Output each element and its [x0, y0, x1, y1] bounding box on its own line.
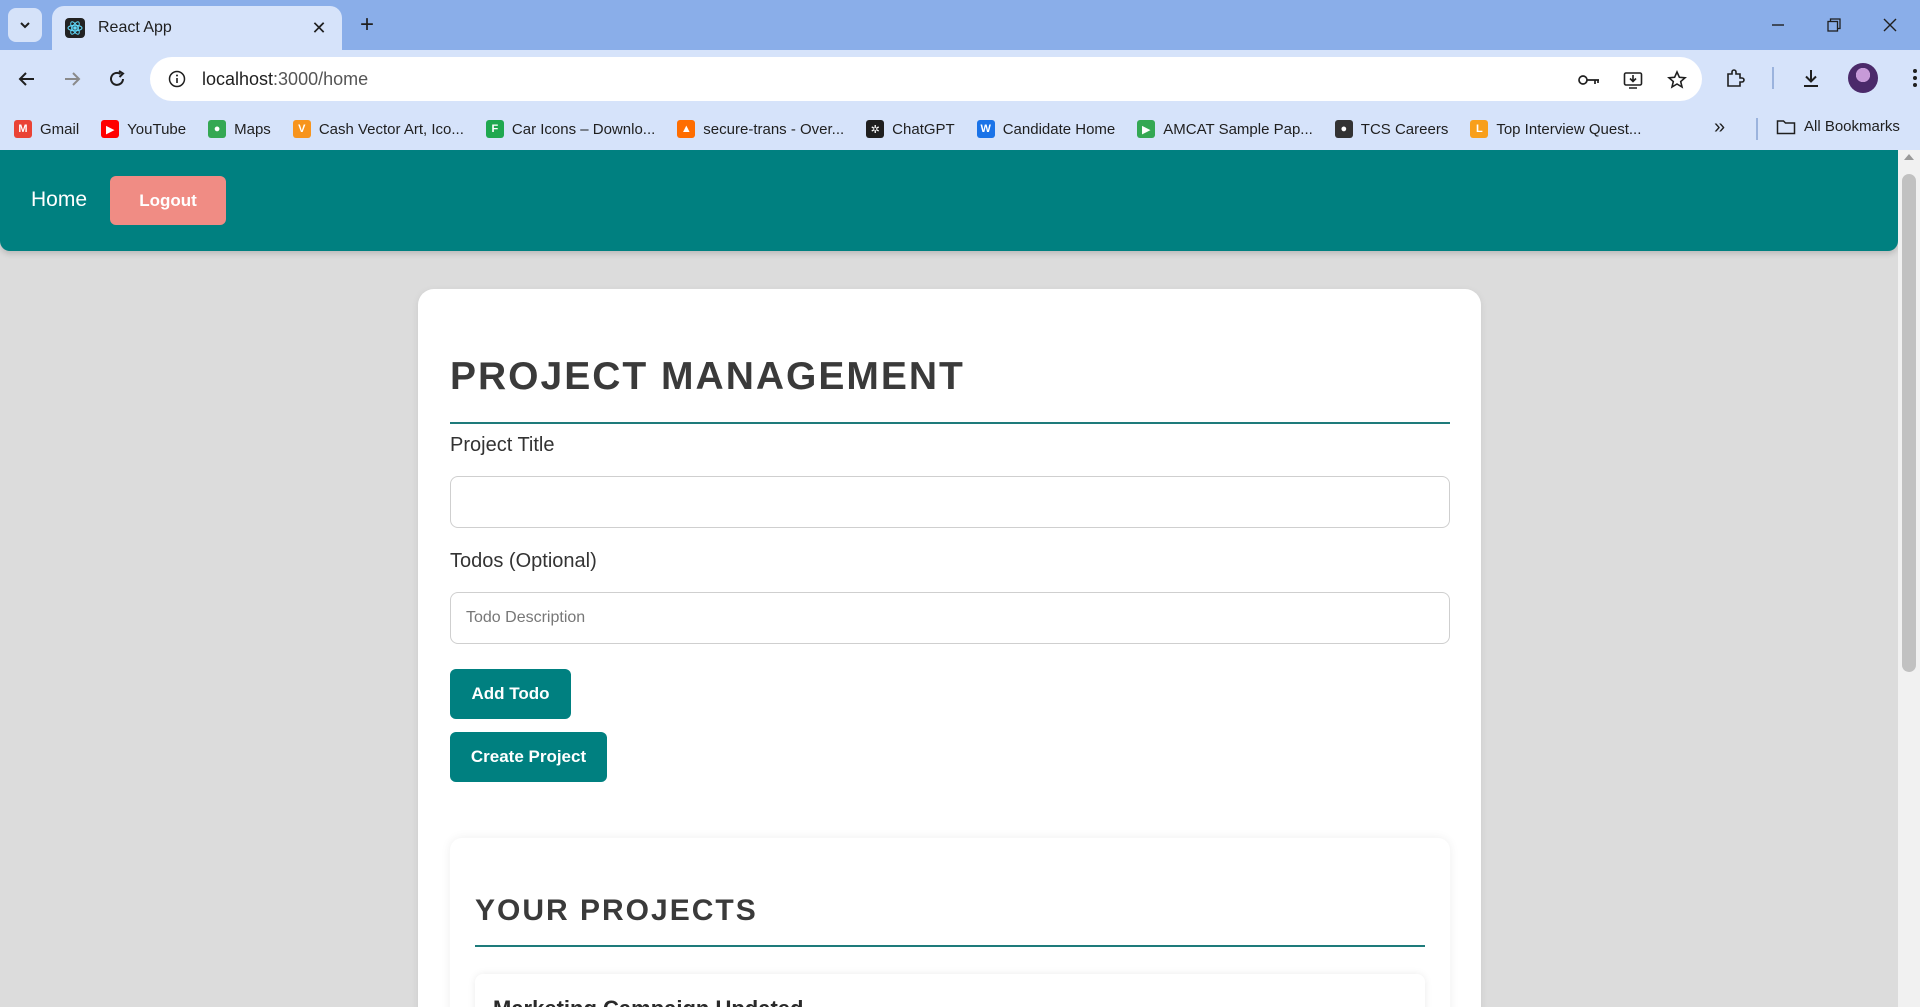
bookmark-label: Maps — [234, 120, 271, 138]
browser-tabstrip: React App ✕ + — [0, 0, 1920, 50]
tab-title: React App — [98, 19, 172, 36]
vecteezy-icon: V — [292, 120, 311, 138]
scroll-up-arrow-icon[interactable] — [1904, 154, 1914, 160]
bookmark-item[interactable]: ✲ ChatGPT — [866, 120, 955, 138]
bookmarks-divider — [1756, 118, 1758, 140]
bookmark-label: Car Icons – Downlo... — [511, 120, 656, 138]
gmail-icon: M — [14, 120, 32, 138]
create-project-button[interactable]: Create Project — [450, 732, 607, 782]
globe-icon: ● — [1334, 120, 1353, 138]
todos-label: Todos (Optional) — [450, 550, 597, 572]
bookmark-label: ChatGPT — [892, 120, 955, 138]
profile-avatar[interactable] — [1848, 63, 1878, 93]
address-bar[interactable]: localhost:3000/home — [150, 57, 1702, 101]
url-text: localhost:3000/home — [202, 69, 368, 90]
page-title: PROJECT MANAGEMENT — [450, 355, 965, 398]
bookmark-star-icon[interactable] — [1662, 65, 1692, 95]
toolbar-divider — [1772, 67, 1774, 89]
more-menu-icon[interactable] — [1900, 63, 1920, 93]
todo-description-input[interactable] — [450, 592, 1450, 644]
download-icon[interactable] — [1796, 63, 1826, 93]
url-path: :3000/home — [273, 68, 369, 89]
bookmarks-bar: M Gmail ▶ YouTube ● Maps V Cash Vector Art, Ico… — [0, 108, 1920, 150]
bookmark-label: secure-trans - Over... — [703, 120, 845, 138]
extensions-icon[interactable] — [1720, 63, 1750, 93]
bookmark-label: Gmail — [40, 120, 80, 138]
bookmark-item[interactable]: ● Maps — [208, 120, 271, 138]
bookmark-item[interactable]: ▲ secure-trans - Over... — [677, 120, 844, 138]
all-bookmarks-label: All Bookmarks — [1804, 118, 1900, 135]
amcat-icon: ▶ — [1137, 120, 1156, 138]
bookmark-label: YouTube — [127, 120, 187, 138]
password-key-icon[interactable] — [1574, 65, 1604, 95]
chevron-down-icon — [20, 22, 30, 29]
url-host: localhost — [202, 68, 274, 89]
bookmark-item[interactable]: L Top Interview Quest... — [1470, 120, 1641, 138]
bookmark-item[interactable]: W Candidate Home — [976, 120, 1116, 138]
title-divider — [450, 422, 1450, 424]
projects-divider — [475, 945, 1425, 947]
bookmark-label: Top Interview Quest... — [1496, 120, 1642, 138]
bookmark-item[interactable]: ▶ YouTube — [101, 120, 186, 138]
bookmark-item[interactable]: F Car Icons – Downlo... — [485, 120, 656, 138]
project-card[interactable]: Marketing Campaign Updated — [475, 974, 1425, 1007]
new-tab-button[interactable]: + — [352, 10, 382, 40]
projects-panel: YOUR PROJECTS Marketing Campaign Updated — [450, 838, 1450, 1007]
forward-arrow-icon[interactable] — [55, 62, 89, 96]
tab-search-button[interactable] — [8, 8, 42, 42]
add-todo-button[interactable]: Add Todo — [450, 669, 571, 719]
bookmark-label: Cash Vector Art, Ico... — [318, 120, 464, 138]
leetcode-icon: L — [1470, 120, 1489, 138]
maps-icon: ● — [208, 120, 227, 138]
restore-icon[interactable] — [1814, 8, 1854, 42]
all-bookmarks-button[interactable]: All Bookmarks — [1776, 118, 1900, 135]
back-arrow-icon[interactable] — [10, 62, 44, 96]
bookmark-label: Candidate Home — [1002, 120, 1116, 138]
bookmark-label: AMCAT Sample Pap... — [1163, 120, 1313, 138]
logout-button[interactable]: Logout — [110, 176, 226, 225]
reload-icon[interactable] — [100, 62, 134, 96]
project-card-title: Marketing Campaign Updated — [493, 996, 803, 1007]
page-scrollbar[interactable] — [1898, 150, 1920, 1007]
bookmark-label: TCS Careers — [1360, 120, 1449, 138]
project-management-card: PROJECT MANAGEMENT Project Title Todos (… — [418, 289, 1481, 1007]
projects-heading: YOUR PROJECTS — [475, 894, 758, 927]
bookmark-item[interactable]: ▶ AMCAT Sample Pap... — [1137, 120, 1313, 138]
minimize-icon[interactable] — [1758, 8, 1798, 42]
youtube-icon: ▶ — [101, 120, 120, 138]
close-tab-icon[interactable]: ✕ — [308, 17, 330, 39]
bookmark-item[interactable]: V Cash Vector Art, Ico... — [292, 120, 464, 138]
close-window-icon[interactable] — [1870, 8, 1910, 42]
browser-toolbar: localhost:3000/home — [0, 50, 1920, 108]
chevron-double-right-icon[interactable]: » — [1714, 116, 1725, 139]
react-icon — [64, 17, 86, 39]
candidate-icon: W — [976, 120, 995, 138]
install-app-icon[interactable] — [1618, 65, 1648, 95]
folder-icon — [1776, 119, 1796, 134]
bookmark-item[interactable]: ● TCS Careers — [1334, 120, 1449, 138]
browser-tab[interactable]: React App ✕ — [52, 6, 342, 50]
project-title-label: Project Title — [450, 434, 555, 456]
nav-home-link[interactable]: Home — [31, 188, 87, 212]
chatgpt-icon: ✲ — [866, 120, 885, 138]
project-title-input[interactable] — [450, 476, 1450, 528]
page-viewport: Home Logout PROJECT MANAGEMENT Project T… — [0, 150, 1920, 1007]
scroll-thumb[interactable] — [1902, 174, 1916, 672]
site-info-icon[interactable] — [164, 66, 190, 92]
bookmark-item[interactable]: M Gmail — [14, 120, 79, 138]
flaticon-icon: F — [485, 120, 504, 138]
firebase-icon: ▲ — [677, 120, 696, 138]
app-navbar: Home Logout — [0, 150, 1898, 251]
